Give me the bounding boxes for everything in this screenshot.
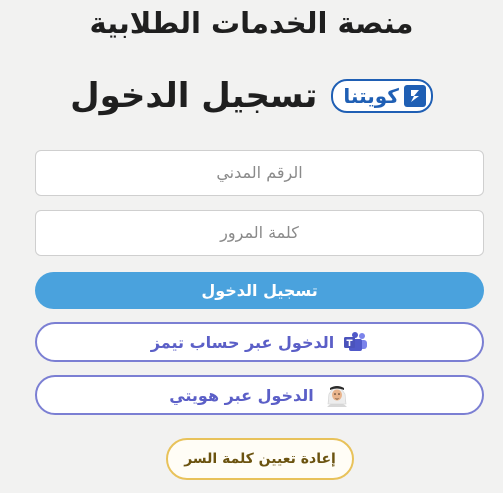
reset-password-label: إعادة تعيين كلمة السر: [184, 451, 336, 467]
kuwaiti-logo: كويتنا: [331, 79, 433, 113]
reset-password-button[interactable]: إعادة تعيين كلمة السر: [166, 438, 354, 480]
microsoft-teams-icon: [344, 332, 368, 352]
kuwaiti-logo-text: كويتنا: [343, 84, 399, 108]
login-page: منصة الخدمات الطلابية تسجيل الدخول كويتن…: [0, 0, 503, 493]
hawyti-avatar-icon: [324, 382, 350, 408]
hawyti-login-label: الدخول عبر هويتي: [169, 385, 314, 405]
login-button-label: تسجيل الدخول: [201, 281, 318, 300]
teams-login-button[interactable]: الدخول عبر حساب تيمز: [35, 322, 484, 362]
platform-title: منصة الخدمات الطلابية: [89, 6, 414, 40]
kuwaiti-logo-icon: [403, 85, 426, 107]
teams-login-label: الدخول عبر حساب تيمز: [150, 332, 335, 352]
login-button[interactable]: تسجيل الدخول: [35, 272, 484, 309]
login-title: تسجيل الدخول: [70, 76, 318, 116]
hawyti-login-button[interactable]: الدخول عبر هويتي: [35, 375, 484, 415]
login-heading: تسجيل الدخول كويتنا: [0, 74, 503, 118]
password-input[interactable]: كلمة المرور: [35, 210, 484, 256]
civil-id-input[interactable]: الرقم المدني: [35, 150, 484, 196]
